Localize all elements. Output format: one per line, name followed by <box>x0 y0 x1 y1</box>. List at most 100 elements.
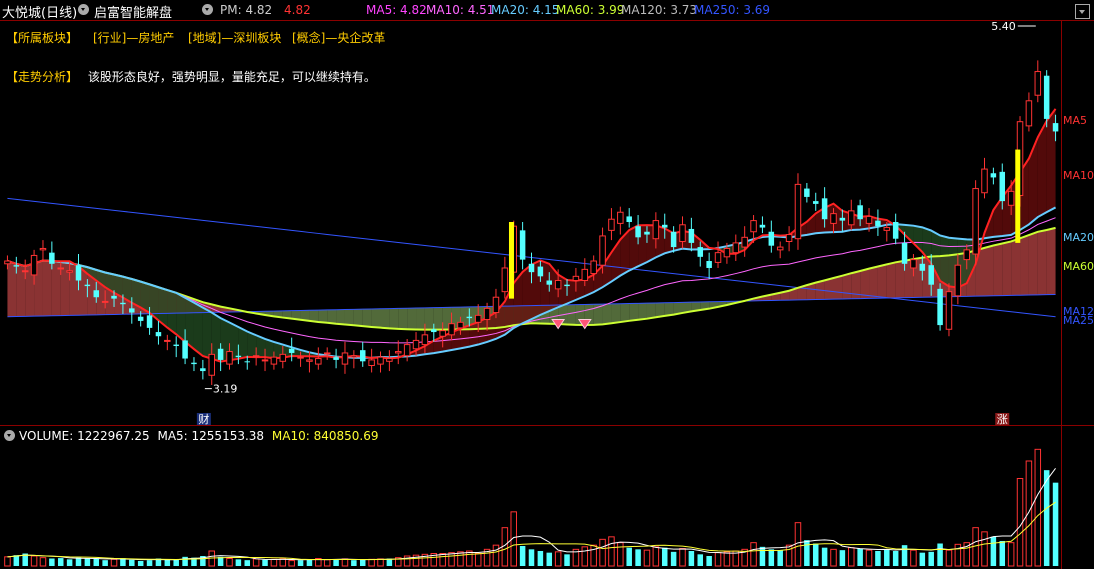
volume-bar-down <box>297 560 304 566</box>
candle-body-up <box>261 359 269 362</box>
candle-body-down <box>839 217 846 221</box>
candle-body-down <box>182 340 188 359</box>
candle-body-up <box>30 254 38 276</box>
short-ribbon-segment <box>940 235 949 287</box>
volume-bar-down <box>768 549 775 566</box>
candle-body-down <box>155 332 162 337</box>
volume-bar-down <box>235 559 242 566</box>
candle-body-down <box>137 316 144 321</box>
candle-body-up <box>1007 190 1015 206</box>
volume-bar-down <box>688 551 695 566</box>
volume-bar-up <box>679 548 686 567</box>
volume-bar-down <box>857 548 863 566</box>
ma60-label: MA60: 3.99 <box>556 3 625 17</box>
volume-bar-down <box>777 550 783 566</box>
candle-body-down <box>901 242 908 264</box>
candle-body-up <box>865 215 873 224</box>
volume-bar-up <box>1034 448 1042 567</box>
volume-bar-up <box>270 558 278 567</box>
candle-body-down <box>688 228 695 243</box>
volume-legend: VOLUME: 1222967.25 MA5: 1255153.38 MA10:… <box>4 429 378 443</box>
volume-bar-down <box>670 551 677 566</box>
volume-ma5: MA5: 1255153.38 <box>157 429 265 443</box>
finance-marker: 财 <box>198 412 209 426</box>
sector-industry[interactable]: [行业]—房地产 <box>93 29 174 46</box>
volume-bar-down <box>999 541 1006 566</box>
candle-body-down <box>892 222 899 239</box>
candle-body-up <box>297 356 304 359</box>
candle-body-down <box>537 266 544 277</box>
candle-body-up <box>981 168 988 194</box>
volume-bar-down <box>173 559 179 566</box>
pm-value: 4.82 <box>284 3 311 17</box>
candle-body-up <box>474 314 482 323</box>
candle-body-up <box>57 267 64 270</box>
volume-ma10: MA10: 840850.69 <box>271 429 379 443</box>
candle-body-down <box>49 252 55 264</box>
candle-body-down <box>928 265 934 285</box>
ma-ribbon-segment <box>380 308 390 329</box>
candle-body-up <box>39 247 47 251</box>
volume-bar-up <box>377 558 384 567</box>
volume-bar-down <box>262 559 268 566</box>
pm-label: PM: 4.82 <box>220 3 273 17</box>
candle-body-up <box>403 344 411 357</box>
candle-body-up <box>963 249 970 261</box>
short-ribbon-segment <box>193 302 203 357</box>
volume-bar-up <box>652 546 660 567</box>
ma-ribbon-segment <box>993 243 1003 296</box>
volume-bar-down <box>892 551 899 566</box>
stock-title[interactable]: 大悦城(日线) <box>2 2 77 21</box>
volume-bar-up <box>474 553 482 567</box>
formula-dropdown-icon[interactable] <box>202 4 213 15</box>
candle-body-up <box>652 220 660 240</box>
candle-body-down <box>821 198 828 220</box>
volume-value: VOLUME: 1222967.25 <box>19 429 150 443</box>
volume-dropdown-icon[interactable] <box>4 430 15 441</box>
ma-ribbon-segment <box>1028 231 1038 296</box>
volume-bar-down <box>937 543 943 566</box>
volume-bar-up <box>323 559 331 567</box>
volume-bar-up <box>448 552 455 567</box>
sector-concept[interactable]: [概念]—央企改革 <box>292 29 385 46</box>
candle-body-up <box>910 259 917 269</box>
ma-ribbon-segment <box>620 303 630 323</box>
volume-bar-up <box>341 558 349 567</box>
volume-bar-down <box>661 547 668 566</box>
candle-body-up <box>714 252 722 263</box>
panel-menu-icon[interactable] <box>1075 4 1090 19</box>
volume-bar-down <box>13 555 20 566</box>
volume-bar-down <box>137 561 144 566</box>
candle-body-up <box>306 359 313 362</box>
candle-body-up <box>599 235 606 266</box>
ma-ribbon-segment <box>824 278 834 300</box>
candle-body-up <box>386 358 393 362</box>
ma-ribbon-segment <box>1011 238 1021 296</box>
formula-name[interactable]: 启富智能解盘 <box>94 2 172 21</box>
ma-line-label: MA25 <box>1063 314 1094 327</box>
ma-ribbon-segment <box>638 303 647 320</box>
candle-body-down <box>706 261 712 268</box>
candle-body-down <box>697 247 704 257</box>
candle-body-up <box>501 267 509 293</box>
candle-body-up <box>252 355 260 358</box>
candle-body-up <box>421 334 429 346</box>
volume-bar-down <box>66 559 73 566</box>
candle-body-down <box>812 201 819 204</box>
ma-ribbon-segment <box>567 304 576 325</box>
stock-dropdown-icon[interactable] <box>78 4 89 15</box>
ma-ribbon-segment <box>398 308 408 330</box>
candle-body-down <box>466 316 473 319</box>
volume-bar-down <box>626 547 632 566</box>
volume-bar-down <box>75 557 82 566</box>
volume-bar-up <box>590 544 597 567</box>
candle-body-down <box>937 288 943 326</box>
ma-ribbon-segment <box>984 245 994 296</box>
volume-bar-down <box>759 546 766 566</box>
candle-body-up <box>785 234 793 243</box>
sector-region[interactable]: [地域]—深圳板块 <box>188 29 281 46</box>
volume-bar-up <box>279 558 287 567</box>
volume-bar-down <box>919 552 926 566</box>
volume-bar-down <box>546 552 553 566</box>
ma-ribbon-segment <box>895 260 905 298</box>
